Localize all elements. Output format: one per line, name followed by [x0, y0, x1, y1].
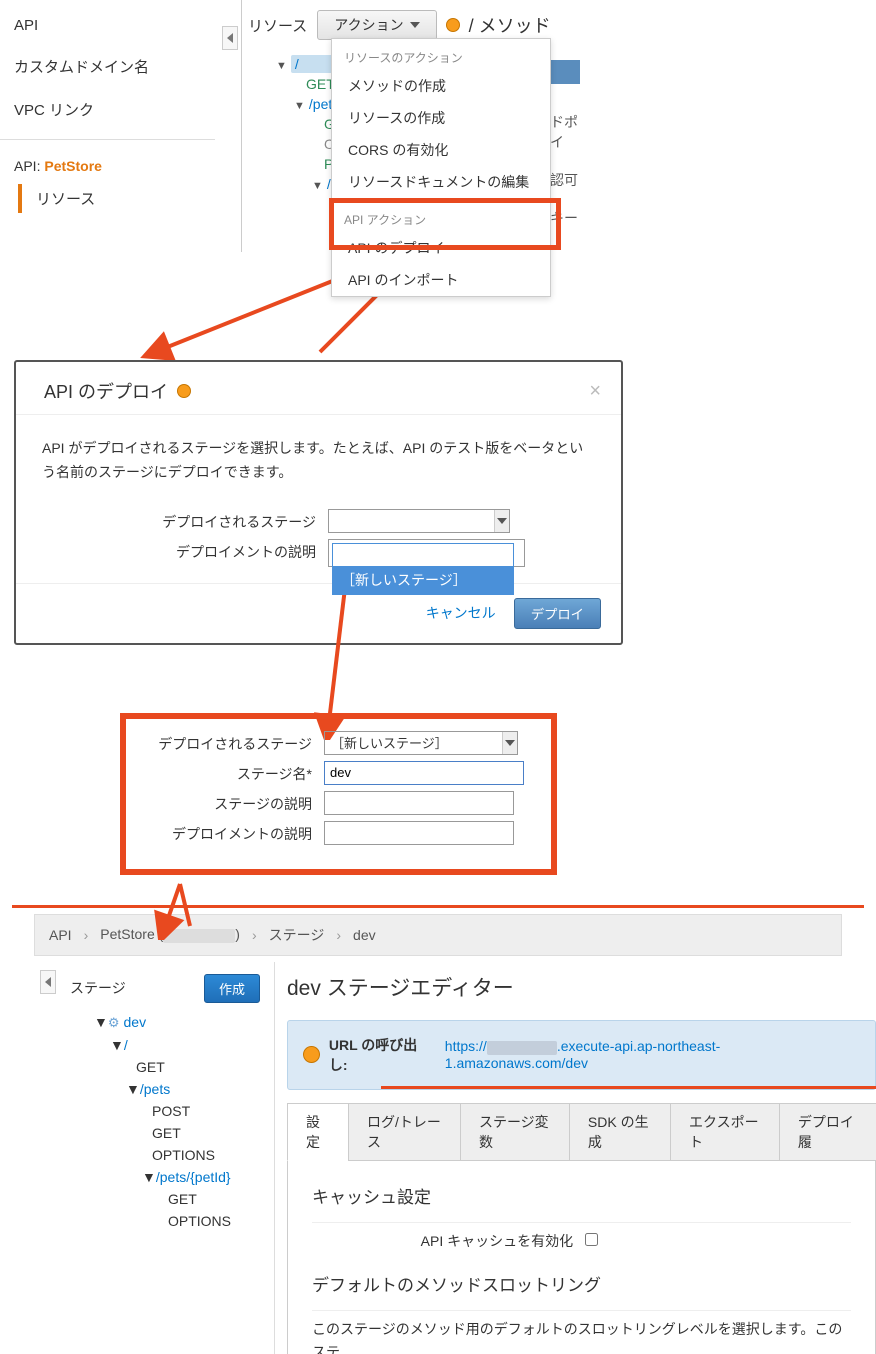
option-blank[interactable] — [333, 544, 513, 566]
resources-label: リソース — [248, 15, 307, 36]
stage-sidebar-title: ステージ — [70, 978, 126, 998]
modal-description: API がデプロイされるステージを選択します。たとえば、API のテスト版をベー… — [42, 437, 595, 485]
select-deploy-stage-filled[interactable]: ［新しいステージ］ — [324, 731, 518, 755]
select-deploy-stage-options: ［新しいステージ］ — [332, 543, 514, 595]
stage-pets-get[interactable]: GET — [142, 1122, 274, 1144]
actions-dropdown-menu: リソースのアクション メソッドの作成 リソースの作成 CORS の有効化 リソー… — [331, 38, 551, 297]
url-underline — [381, 1086, 876, 1089]
stage-pets[interactable]: /pets — [140, 1081, 170, 1097]
create-stage-button[interactable]: 作成 — [204, 974, 260, 1003]
stage-editor-heading: dev ステージエディター — [287, 972, 876, 1002]
tab-export[interactable]: エクスポート — [670, 1103, 780, 1161]
label-deploy-desc: デプロイメントの説明 — [128, 821, 324, 844]
chevron-down-icon — [497, 518, 507, 524]
dd-create-method[interactable]: メソッドの作成 — [332, 70, 550, 102]
stage-sidebar: ステージ 作成 ▼⚙dev ▼/ GET ▼/pets POST GET OPT… — [34, 962, 275, 1354]
cache-enable-checkbox[interactable] — [585, 1233, 598, 1246]
option-new-stage[interactable]: ［新しいステージ］ — [333, 566, 513, 594]
label-stage-desc: ステージの説明 — [128, 791, 324, 814]
stage-tabs: 設定 ログ/トレース ステージ変数 SDK の生成 エクスポート デプロイ履 — [287, 1103, 876, 1161]
tab-content-settings: キャッシュ設定 API キャッシュを有効化 デフォルトのメソッドスロットリング … — [287, 1161, 876, 1354]
invoke-url-link[interactable]: https://.execute-api.ap-northeast-1.amaz… — [445, 1038, 859, 1070]
tab-resources[interactable]: リソース — [18, 184, 215, 213]
invoke-url-label: URL の呼び出し: — [329, 1035, 435, 1075]
tab-sdk[interactable]: SDK の生成 — [569, 1103, 671, 1161]
crumb-stage[interactable]: ステージ — [269, 925, 325, 945]
nav-api[interactable]: API — [0, 6, 215, 45]
vertical-divider — [241, 0, 242, 252]
api-name-line: API: PetStore — [0, 148, 215, 184]
stage-petid-get[interactable]: GET — [158, 1188, 274, 1210]
label-deploy-desc: デプロイメントの説明 — [42, 539, 328, 562]
tab-stage-vars[interactable]: ステージ変数 — [460, 1103, 570, 1161]
stage-root-get[interactable]: GET — [126, 1056, 274, 1078]
stage-petid[interactable]: /pets/{petId} — [156, 1169, 231, 1185]
stage-tree: ▼⚙dev ▼/ GET ▼/pets POST GET OPTIONS ▼/p… — [34, 1009, 274, 1232]
modal-title: API のデプロイ — [44, 378, 168, 404]
stage-pets-post[interactable]: POST — [142, 1100, 274, 1122]
invoke-url-box: URL の呼び出し: https://.execute-api.ap-north… — [287, 1020, 876, 1090]
deploy-button[interactable]: デプロイ — [514, 598, 601, 629]
chevron-down-icon — [505, 740, 515, 746]
highlight-deploy-api — [329, 198, 561, 250]
nav-custom-domain[interactable]: カスタムドメイン名 — [0, 45, 215, 88]
dd-create-resource[interactable]: リソースの作成 — [332, 102, 550, 134]
tab-logs[interactable]: ログ/トレース — [348, 1103, 461, 1161]
crumb-api[interactable]: API — [49, 927, 72, 943]
deploy-form-highlight: デプロイされるステージ ［新しいステージ］ ステージ名* ステージの説明 デプロ… — [120, 713, 557, 875]
stage-dev[interactable]: dev — [124, 1014, 147, 1030]
nav-vpc-link[interactable]: VPC リンク — [0, 88, 215, 131]
info-dot-icon[interactable] — [447, 19, 459, 31]
stage-main: dev ステージエディター URL の呼び出し: https://.execut… — [275, 962, 876, 1354]
info-dot-icon[interactable] — [178, 385, 190, 397]
collapse-stage-sidebar[interactable] — [40, 970, 56, 994]
chevron-down-icon — [410, 22, 420, 28]
dd-enable-cors[interactable]: CORS の有効化 — [332, 134, 550, 166]
breadcrumb: API› PetStore ()› ステージ› dev — [34, 914, 842, 956]
chevron-left-icon — [227, 33, 233, 43]
left-nav: API カスタムドメイン名 VPC リンク API: PetStore リソース — [0, 6, 215, 213]
gear-icon: ⚙ — [108, 1015, 120, 1030]
cache-heading: キャッシュ設定 — [312, 1183, 851, 1208]
chevron-left-icon — [45, 977, 51, 987]
cache-enable-label: API キャッシュを有効化 — [421, 1233, 573, 1249]
throttle-heading: デフォルトのメソッドスロットリング — [312, 1271, 851, 1296]
crumb-petstore[interactable]: PetStore () — [100, 926, 240, 942]
api-name[interactable]: PetStore — [44, 158, 102, 174]
stage-petid-options[interactable]: OPTIONS — [158, 1210, 274, 1232]
tab-deploy-history[interactable]: デプロイ履 — [779, 1103, 876, 1161]
actions-dropdown-button[interactable]: アクション — [317, 10, 436, 40]
select-deploy-stage[interactable] — [328, 509, 510, 533]
textarea-stage-desc[interactable] — [324, 791, 514, 815]
method-heading: / メソッド — [469, 12, 551, 38]
modal-close-button[interactable]: × — [589, 380, 601, 403]
cancel-button[interactable]: キャンセル — [426, 603, 496, 623]
deploy-api-modal: API のデプロイ × API がデプロイされるステージを選択します。たとえば、… — [14, 360, 623, 645]
dd-import-api[interactable]: API のインポート — [332, 264, 550, 296]
info-dot-icon[interactable] — [304, 1047, 319, 1062]
stage-root[interactable]: / — [124, 1037, 128, 1053]
dd-section-resource: リソースのアクション — [332, 45, 550, 70]
stage-pets-options[interactable]: OPTIONS — [142, 1144, 274, 1166]
horizontal-divider — [12, 905, 864, 908]
label-stage-name: ステージ名* — [128, 761, 324, 784]
label-deploy-stage: デプロイされるステージ — [128, 731, 324, 754]
crumb-dev[interactable]: dev — [353, 927, 376, 943]
tab-settings[interactable]: 設定 — [287, 1103, 349, 1161]
label-deploy-stage: デプロイされるステージ — [42, 509, 328, 532]
throttle-text: このステージのメソッド用のデフォルトのスロットリングレベルを選択します。このステ… — [312, 1318, 851, 1354]
textarea-deploy-desc[interactable] — [324, 821, 514, 845]
input-stage-name[interactable] — [324, 761, 524, 785]
dd-edit-docs[interactable]: リソースドキュメントの編集 — [332, 166, 550, 198]
collapse-sidebar-button[interactable] — [222, 26, 238, 50]
